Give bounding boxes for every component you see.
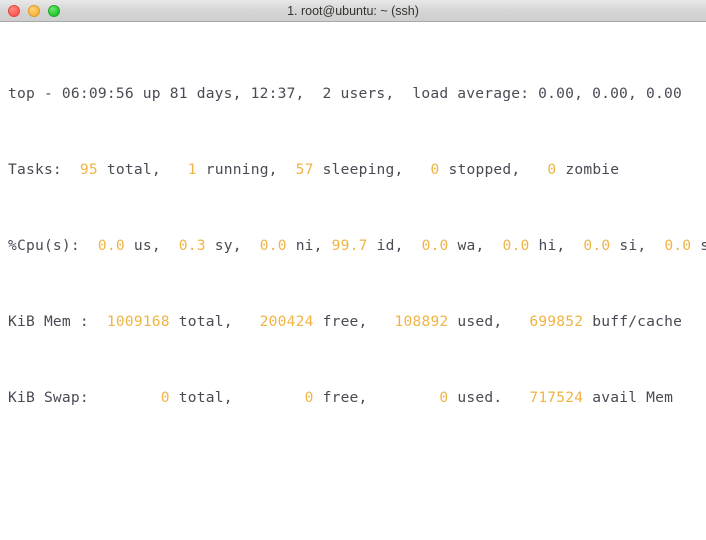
cpu-wa-value: 0.0	[421, 237, 449, 254]
maximize-button[interactable]	[48, 4, 60, 17]
swap-label: KiB Swap:	[8, 389, 89, 406]
cpu-line: %Cpu(s): 0.0 us, 0.3 sy, 0.0 ni, 99.7 id…	[0, 236, 706, 255]
mem-buff-label: buff/cache	[592, 313, 683, 330]
cpu-us-label: us,	[133, 237, 161, 254]
cpu-label: %Cpu(s):	[8, 237, 80, 254]
tasks-running-label: running,	[205, 161, 278, 178]
tasks-label: Tasks:	[8, 161, 62, 178]
terminal-window: 1. root@ubuntu: ~ (ssh) top - 06:09:56 u…	[0, 0, 706, 540]
swap-total-value: 0	[160, 389, 170, 406]
mem-used-value: 108892	[394, 313, 449, 330]
title-bar[interactable]: 1. root@ubuntu: ~ (ssh)	[0, 0, 706, 22]
tasks-stopped-label: stopped,	[448, 161, 521, 178]
mem-free-value: 200424	[259, 313, 314, 330]
mem-total-label: total,	[178, 313, 233, 330]
mem-line: KiB Mem : 1009168 total, 200424 free, 10…	[0, 312, 706, 331]
cpu-wa-label: wa,	[457, 237, 485, 254]
top-uptime-text: top - 06:09:56 up 81 days, 12:37, 2 user…	[8, 85, 682, 102]
cpu-ni-label: ni,	[295, 237, 323, 254]
cpu-sy-value: 0.3	[178, 237, 206, 254]
cpu-si-label: si,	[619, 237, 647, 254]
tasks-line: Tasks: 95 total, 1 running, 57 sleeping,…	[0, 160, 706, 179]
mem-used-label: used,	[457, 313, 503, 330]
cpu-sy-label: sy,	[214, 237, 242, 254]
cpu-ni-value: 0.0	[259, 237, 287, 254]
swap-free-label: free,	[322, 389, 368, 406]
cpu-hi-label: hi,	[538, 237, 566, 254]
tasks-sleeping-value: 57	[295, 161, 314, 178]
terminal-output[interactable]: top - 06:09:56 up 81 days, 12:37, 2 user…	[0, 22, 706, 540]
tasks-running-value: 1	[187, 161, 197, 178]
cpu-id-label: id,	[376, 237, 404, 254]
tasks-total-label: total,	[106, 161, 161, 178]
tasks-sleeping-label: sleeping,	[322, 161, 404, 178]
top-uptime-line: top - 06:09:56 up 81 days, 12:37, 2 user…	[0, 84, 706, 103]
tasks-zombie-value: 0	[547, 161, 557, 178]
window-title: 1. root@ubuntu: ~ (ssh)	[287, 3, 419, 18]
swap-avail-value: 717524	[529, 389, 584, 406]
cpu-us-value: 0.0	[97, 237, 125, 254]
mem-free-label: free,	[322, 313, 368, 330]
cpu-st-value: 0.0	[664, 237, 692, 254]
close-button[interactable]	[8, 4, 20, 17]
swap-total-label: total,	[178, 389, 233, 406]
minimize-button[interactable]	[28, 4, 40, 17]
cpu-id-value: 99.7	[331, 237, 368, 254]
swap-avail-label: avail Mem	[592, 389, 674, 406]
tasks-stopped-value: 0	[430, 161, 440, 178]
cpu-hi-value: 0.0	[502, 237, 530, 254]
swap-line: KiB Swap: 0 total, 0 free, 0 used. 71752…	[0, 388, 706, 407]
window-controls	[0, 4, 60, 17]
cpu-st-label: st	[700, 237, 706, 254]
swap-used-label: used.	[457, 389, 503, 406]
cpu-si-value: 0.0	[583, 237, 611, 254]
swap-used-value: 0	[439, 389, 449, 406]
mem-total-value: 1009168	[106, 313, 170, 330]
tasks-total-value: 95	[79, 161, 98, 178]
mem-buff-value: 699852	[529, 313, 584, 330]
tasks-zombie-label: zombie	[565, 161, 620, 178]
mem-label: KiB Mem :	[8, 313, 89, 330]
swap-free-value: 0	[304, 389, 314, 406]
